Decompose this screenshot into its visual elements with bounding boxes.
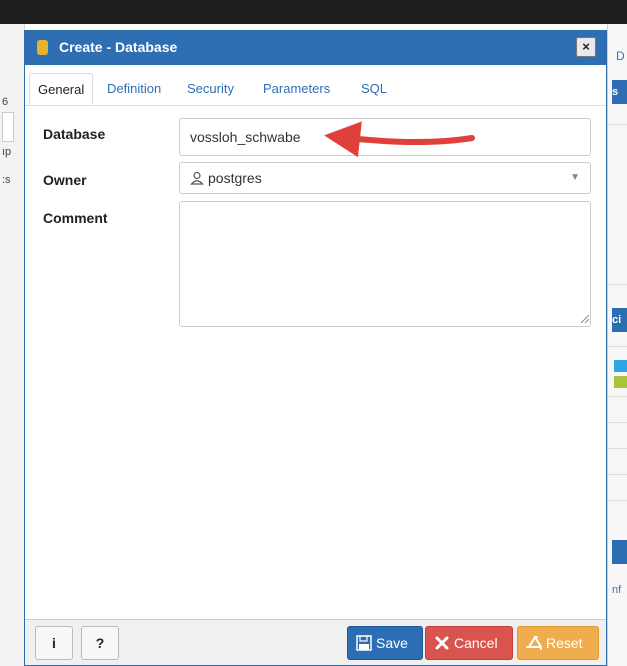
color-swatch	[614, 360, 627, 372]
comment-label: Comment	[43, 210, 108, 226]
cancel-button[interactable]: Cancel	[425, 626, 513, 660]
divider	[608, 448, 627, 449]
annotation-arrow	[324, 121, 475, 158]
divider	[608, 346, 627, 347]
owner-label: Owner	[43, 172, 87, 188]
background-app-right-panel: D s ci nf	[607, 24, 627, 666]
comment-textarea[interactable]	[179, 201, 591, 327]
tab-general[interactable]: General	[29, 73, 94, 105]
tab-parameters[interactable]: Parameters	[263, 73, 330, 105]
tab-definition[interactable]: Definition	[107, 73, 161, 105]
reset-label: Reset	[546, 635, 583, 651]
dialog-tabs: General Definition Security Parameters S…	[25, 73, 606, 106]
divider	[608, 124, 627, 125]
user-icon	[190, 171, 204, 185]
cancel-label: Cancel	[454, 635, 498, 651]
tab-sql[interactable]: SQL	[361, 73, 387, 105]
close-icon	[435, 636, 449, 650]
database-label: Database	[43, 126, 106, 142]
create-database-dialog: Create - Database × General Definition S…	[24, 30, 607, 666]
resize-grip-icon[interactable]	[581, 315, 589, 323]
info-button[interactable]: i	[35, 626, 73, 660]
background-header-fragment: ci	[612, 308, 627, 332]
save-button[interactable]: Save	[347, 626, 423, 660]
background-input-fragment	[2, 112, 14, 142]
close-button[interactable]: ×	[576, 37, 596, 57]
divider	[608, 284, 627, 285]
divider	[608, 500, 627, 501]
background-fragment: :s	[2, 174, 11, 186]
background-tab-fragment: D	[616, 49, 625, 63]
tab-security[interactable]: Security	[187, 73, 234, 105]
background-fragment: ıp	[2, 146, 12, 158]
save-label: Save	[376, 635, 408, 651]
reset-button[interactable]: Reset	[517, 626, 599, 660]
database-icon	[37, 40, 48, 55]
color-swatch	[614, 376, 627, 388]
background-header-bar	[612, 540, 627, 564]
background-fragment: 6	[2, 96, 9, 108]
divider	[608, 474, 627, 475]
divider	[608, 422, 627, 423]
help-button[interactable]: ?	[81, 626, 119, 660]
divider	[608, 396, 627, 397]
owner-value: postgres	[208, 170, 262, 186]
chevron-down-icon: ▼	[570, 172, 580, 183]
save-icon	[356, 635, 372, 651]
dialog-title-bar[interactable]: Create - Database ×	[25, 31, 606, 65]
background-app-left-panel: 6 ıp :s	[0, 24, 25, 666]
recycle-icon	[526, 636, 542, 650]
owner-select[interactable]: postgres ▼	[179, 162, 591, 194]
dialog-title: Create - Database	[59, 39, 178, 55]
background-link-fragment: nf	[612, 584, 622, 596]
app-top-bar	[0, 0, 627, 24]
dialog-footer: i ? Save Cancel Reset	[25, 619, 606, 665]
background-header-fragment: s	[612, 80, 627, 104]
